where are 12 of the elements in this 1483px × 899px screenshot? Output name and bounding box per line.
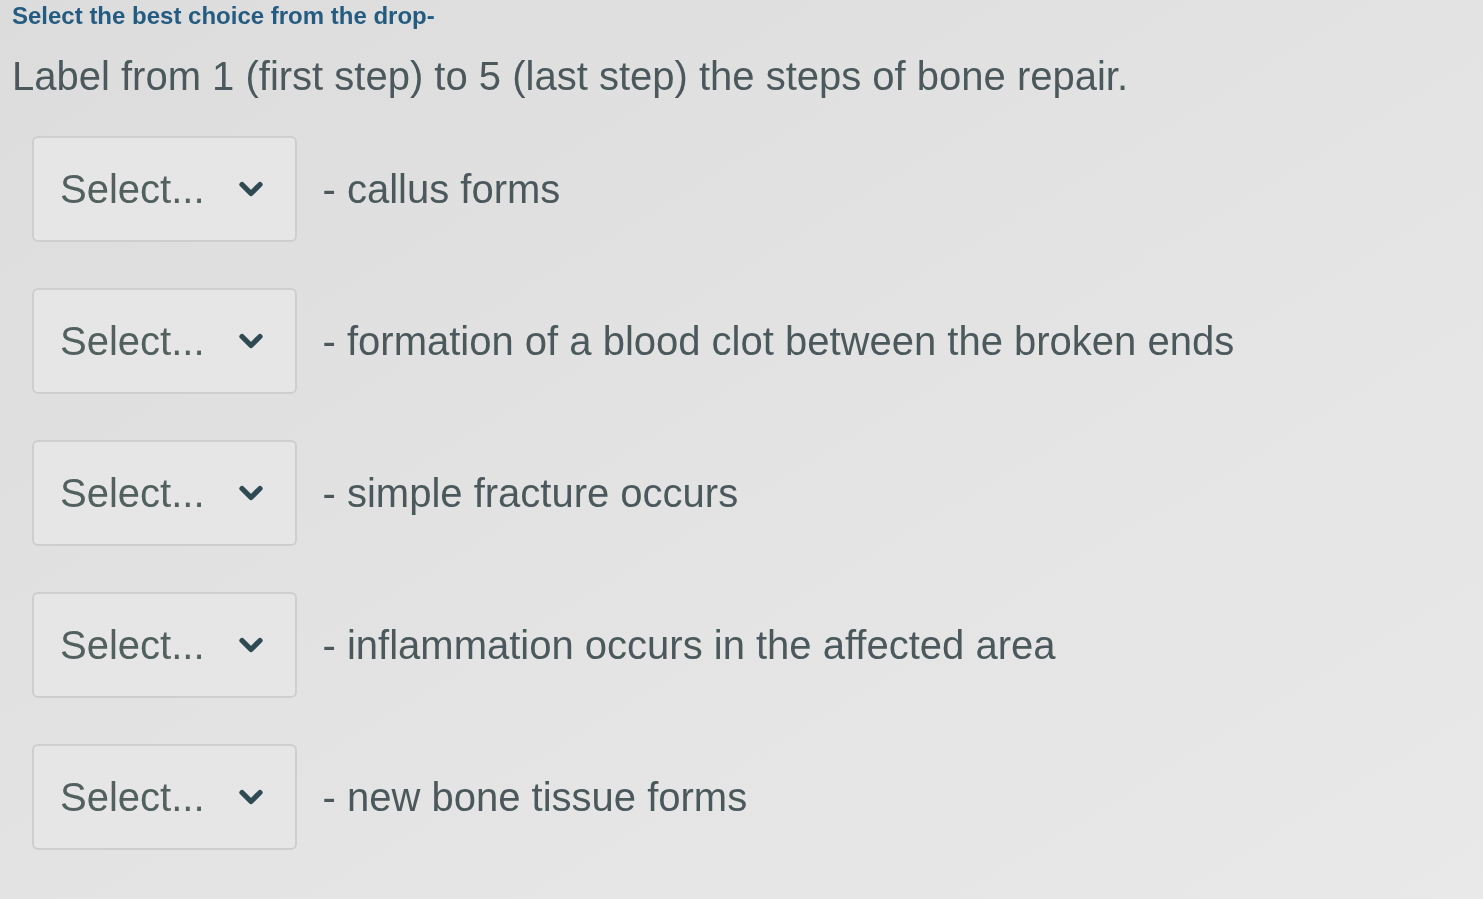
- step-description: - inflammation occurs in the affected area: [322, 622, 1056, 669]
- instructions-heading: Select the best choice from the drop-: [12, 2, 435, 30]
- step-description: - formation of a blood clot between the broken ends: [322, 318, 1235, 365]
- dropdown[interactable]: Select...: [32, 136, 297, 242]
- step-description: - simple fracture occurs: [322, 470, 739, 517]
- step-description: - callus forms: [322, 166, 561, 213]
- question-prompt: Label from 1 (first step) to 5 (last step) the steps of bone repair.: [12, 53, 1129, 100]
- dropdown[interactable]: Select...: [32, 592, 297, 698]
- step-description: - new bone tissue forms: [322, 774, 748, 821]
- dropdown[interactable]: Select...: [32, 440, 297, 546]
- dropdown[interactable]: Select...: [32, 744, 297, 850]
- dropdown[interactable]: Select...: [32, 288, 297, 394]
